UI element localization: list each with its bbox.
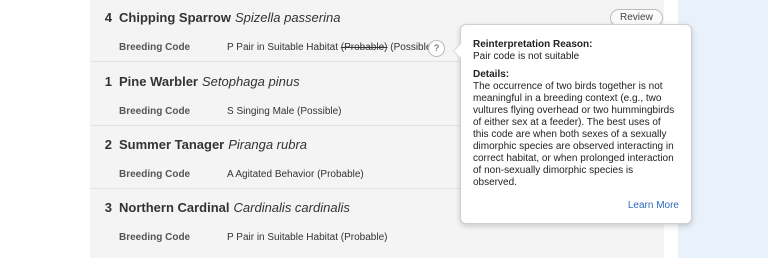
common-name: Pine Warbler — [119, 74, 198, 89]
breeding-code-row: Breeding Code P Pair in Suitable Habitat… — [90, 232, 664, 246]
species-count: 2 — [104, 137, 112, 152]
breeding-code-value: S Singing Male (Possible) — [227, 106, 342, 117]
breeding-code-value: A Agitated Behavior (Probable) — [227, 169, 364, 180]
scientific-name: Cardinalis cardinalis — [233, 200, 350, 215]
breeding-code-label: Breeding Code — [119, 169, 191, 180]
breeding-code-label: Breeding Code — [119, 42, 191, 53]
species-name: Pine Warbler Setophaga pinus — [119, 74, 300, 89]
common-name: Summer Tanager — [119, 137, 225, 152]
scientific-name: Spizella passerina — [234, 10, 341, 25]
species-name: Northern Cardinal Cardinalis cardinalis — [119, 200, 350, 215]
scientific-name: Setophaga pinus — [201, 74, 300, 89]
reason-text: Pair code is not suitable — [473, 51, 580, 62]
species-name: Summer Tanager Piranga rubra — [119, 137, 307, 152]
breeding-code-original-category: (Probable) — [340, 42, 388, 53]
reason-heading: Reinterpretation Reason: — [473, 39, 593, 50]
details-heading: Details: — [473, 69, 510, 80]
species-name: Chipping Sparrow Spizella passerina — [119, 10, 340, 25]
breeding-code-value: P Pair in Suitable Habitat (Probable) (P… — [227, 42, 435, 53]
common-name: Northern Cardinal — [119, 200, 230, 215]
breeding-code-value: P Pair in Suitable Habitat (Probable) — [227, 232, 388, 243]
breeding-code-label: Breeding Code — [119, 232, 191, 243]
species-count: 1 — [104, 74, 112, 89]
tooltip-arrow — [453, 43, 461, 59]
breeding-code-text: P Pair in Suitable Habitat — [227, 42, 341, 53]
species-count: 4 — [104, 10, 112, 25]
details-text: The occurrence of two birds together is … — [473, 81, 675, 188]
species-count: 3 — [104, 200, 112, 215]
scientific-name: Piranga rubra — [228, 137, 308, 152]
reinterpretation-tooltip: Reinterpretation Reason: Pair code is no… — [453, 24, 692, 224]
common-name: Chipping Sparrow — [119, 10, 231, 25]
help-button[interactable]: ? — [428, 40, 445, 57]
breeding-code-label: Breeding Code — [119, 106, 191, 117]
learn-more-link[interactable]: Learn More — [628, 200, 679, 211]
